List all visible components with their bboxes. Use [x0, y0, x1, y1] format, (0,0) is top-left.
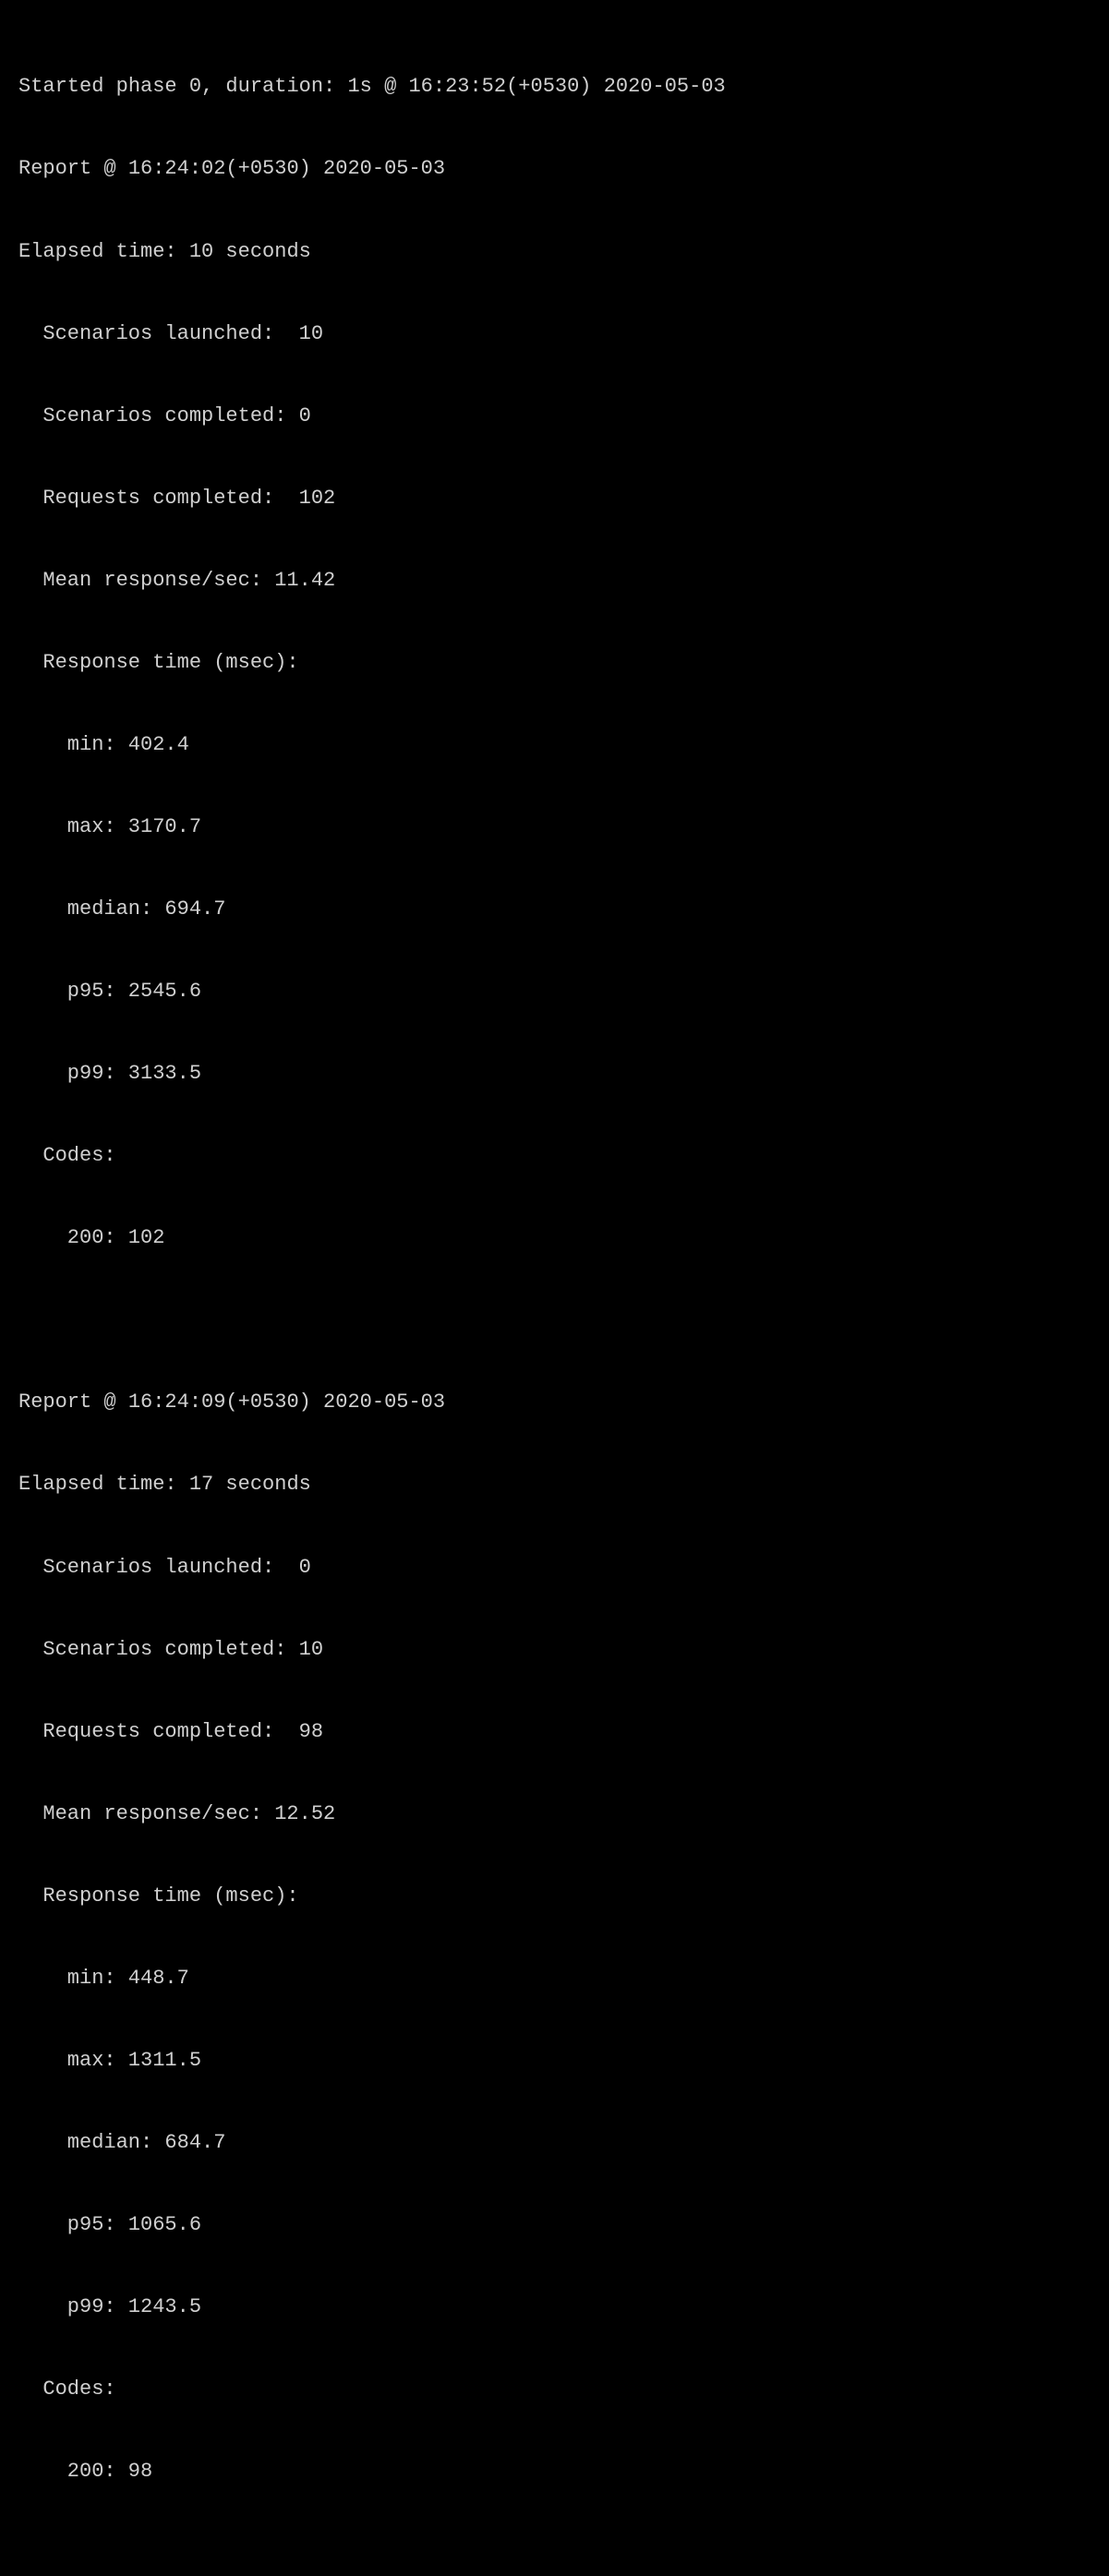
report1-mean-response: Mean response/sec: 11.42 — [18, 567, 1091, 595]
phase-start-line: Started phase 0, duration: 1s @ 16:23:52… — [18, 73, 1091, 101]
blank-line — [18, 1306, 1091, 1334]
report1-p95: p95: 2545.6 — [18, 978, 1091, 1005]
report1-min: min: 402.4 — [18, 731, 1091, 759]
report1-scenarios-completed: Scenarios completed: 0 — [18, 403, 1091, 430]
report1-code-200: 200: 102 — [18, 1224, 1091, 1252]
report2-p99: p99: 1243.5 — [18, 2293, 1091, 2321]
report1-max: max: 3170.7 — [18, 813, 1091, 841]
report2-median: median: 684.7 — [18, 2129, 1091, 2157]
report2-mean-response: Mean response/sec: 12.52 — [18, 1800, 1091, 1828]
report1-p99: p99: 3133.5 — [18, 1060, 1091, 1088]
report1-elapsed: Elapsed time: 10 seconds — [18, 238, 1091, 266]
report2-header: Report @ 16:24:09(+0530) 2020-05-03 — [18, 1389, 1091, 1416]
report2-response-time-header: Response time (msec): — [18, 1883, 1091, 1910]
terminal-output: Started phase 0, duration: 1s @ 16:23:52… — [18, 18, 1091, 2576]
report2-p95: p95: 1065.6 — [18, 2211, 1091, 2239]
report1-requests-completed: Requests completed: 102 — [18, 485, 1091, 512]
report2-code-200: 200: 98 — [18, 2458, 1091, 2486]
report1-median: median: 694.7 — [18, 896, 1091, 923]
report2-max: max: 1311.5 — [18, 2047, 1091, 2075]
report2-codes-header: Codes: — [18, 2376, 1091, 2403]
blank-line — [18, 2540, 1091, 2568]
report2-scenarios-launched: Scenarios launched: 0 — [18, 1554, 1091, 1582]
report1-codes-header: Codes: — [18, 1142, 1091, 1170]
report2-scenarios-completed: Scenarios completed: 10 — [18, 1636, 1091, 1664]
report1-header: Report @ 16:24:02(+0530) 2020-05-03 — [18, 155, 1091, 183]
report2-requests-completed: Requests completed: 98 — [18, 1718, 1091, 1746]
report2-elapsed: Elapsed time: 17 seconds — [18, 1471, 1091, 1499]
report2-min: min: 448.7 — [18, 1965, 1091, 1992]
report1-response-time-header: Response time (msec): — [18, 649, 1091, 677]
report1-scenarios-launched: Scenarios launched: 10 — [18, 320, 1091, 348]
